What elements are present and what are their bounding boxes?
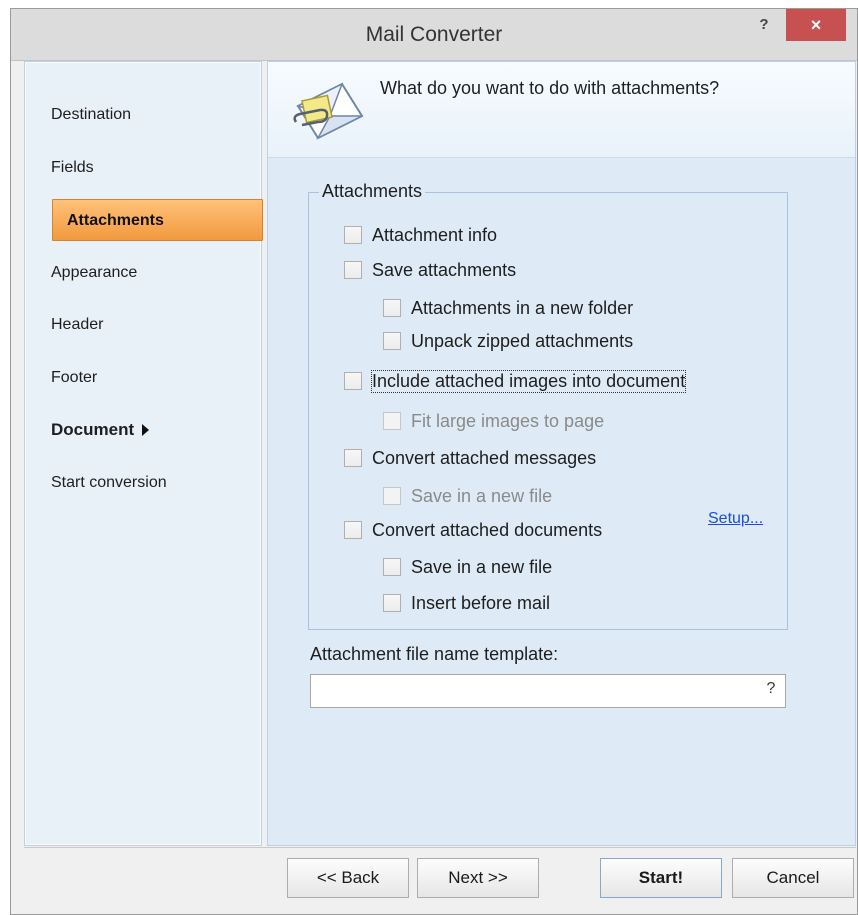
checkbox-box[interactable] — [344, 449, 362, 467]
panel-header: What do you want to do with attachments? — [268, 62, 855, 158]
unpack-zipped-checkbox[interactable]: Unpack zipped attachments — [383, 328, 633, 354]
insert-before-mail-checkbox[interactable]: Insert before mail — [383, 590, 550, 616]
fit-large-images-checkbox[interactable]: Fit large images to page — [383, 408, 604, 434]
header-question: What do you want to do with attachments? — [380, 78, 720, 98]
close-button[interactable]: × — [786, 9, 846, 41]
convert-messages-checkbox[interactable]: Convert attached messages — [344, 445, 596, 471]
checkbox-label: Convert attached messages — [372, 447, 597, 468]
sidebar-item-attachments[interactable]: Attachments — [52, 199, 263, 241]
sidebar-item-footer[interactable]: Footer — [51, 357, 97, 399]
mail-converter-window: Mail Converter ? × Destination Fields At… — [10, 8, 858, 915]
footer-divider — [24, 847, 856, 848]
checkbox-label: Save in a new file — [411, 556, 553, 577]
checkbox-box[interactable] — [383, 412, 401, 430]
checkbox-box[interactable] — [344, 261, 362, 279]
attachments-panel: What do you want to do with attachments?… — [267, 61, 856, 846]
checkbox-label: Save attachments — [372, 259, 517, 280]
attachment-info-checkbox[interactable]: Attachment info — [344, 222, 497, 248]
checkbox-label: Unpack zipped attachments — [411, 330, 634, 351]
checkbox-label: Attachment info — [372, 224, 498, 245]
checkbox-label: Fit large images to page — [411, 410, 605, 431]
wizard-footer: << Back Next >> Start! Cancel — [11, 847, 857, 914]
window-title: Mail Converter — [365, 23, 503, 46]
sidebar-item-appearance[interactable]: Appearance — [51, 252, 137, 294]
setup-link[interactable]: Setup... — [708, 510, 763, 528]
checkbox-label: Save in a new file — [411, 485, 553, 506]
checkbox-box[interactable] — [383, 332, 401, 350]
template-input[interactable] — [310, 674, 786, 708]
checkbox-label: Insert before mail — [411, 592, 551, 613]
documents-save-new-file-checkbox[interactable]: Save in a new file — [383, 554, 552, 580]
checkbox-box[interactable] — [344, 521, 362, 539]
checkbox-label: Convert attached documents — [372, 519, 603, 540]
checkbox-label: Attachments in a new folder — [411, 297, 634, 318]
checkbox-box[interactable] — [383, 299, 401, 317]
title-bar: Mail Converter ? × — [11, 9, 857, 61]
sidebar-item-label: Document — [51, 420, 135, 439]
template-label: Attachment file name template: — [310, 644, 559, 664]
checkbox-box[interactable] — [344, 226, 362, 244]
sidebar-item-document[interactable]: Document — [51, 409, 150, 451]
save-attachments-checkbox[interactable]: Save attachments — [344, 257, 516, 283]
checkbox-box[interactable] — [383, 487, 401, 505]
checkbox-box[interactable] — [383, 558, 401, 576]
include-images-checkbox[interactable]: Include attached images into document — [344, 368, 687, 394]
next-button[interactable]: Next >> — [417, 858, 539, 898]
checkbox-label: Include attached images into document — [370, 369, 687, 393]
group-title: Attachments — [319, 181, 426, 202]
wizard-sidebar: Destination Fields Attachments Appearanc… — [24, 61, 263, 846]
mail-attachment-icon — [293, 82, 364, 140]
cancel-button[interactable]: Cancel — [732, 858, 854, 898]
start-button[interactable]: Start! — [600, 858, 722, 898]
checkbox-box[interactable] — [383, 594, 401, 612]
messages-save-new-file-checkbox[interactable]: Save in a new file — [383, 483, 552, 509]
help-button[interactable]: ? — [749, 11, 779, 39]
sidebar-item-destination[interactable]: Destination — [51, 94, 131, 136]
attachments-new-folder-checkbox[interactable]: Attachments in a new folder — [383, 295, 633, 321]
checkbox-box[interactable] — [344, 372, 362, 390]
sidebar-item-start-conversion[interactable]: Start conversion — [51, 462, 167, 504]
template-help-button[interactable]: ? — [762, 680, 780, 702]
sidebar-item-header[interactable]: Header — [51, 304, 103, 346]
back-button[interactable]: << Back — [287, 858, 409, 898]
convert-documents-checkbox[interactable]: Convert attached documents — [344, 517, 602, 543]
submenu-arrow-icon — [142, 424, 150, 436]
sidebar-item-fields[interactable]: Fields — [51, 147, 94, 189]
